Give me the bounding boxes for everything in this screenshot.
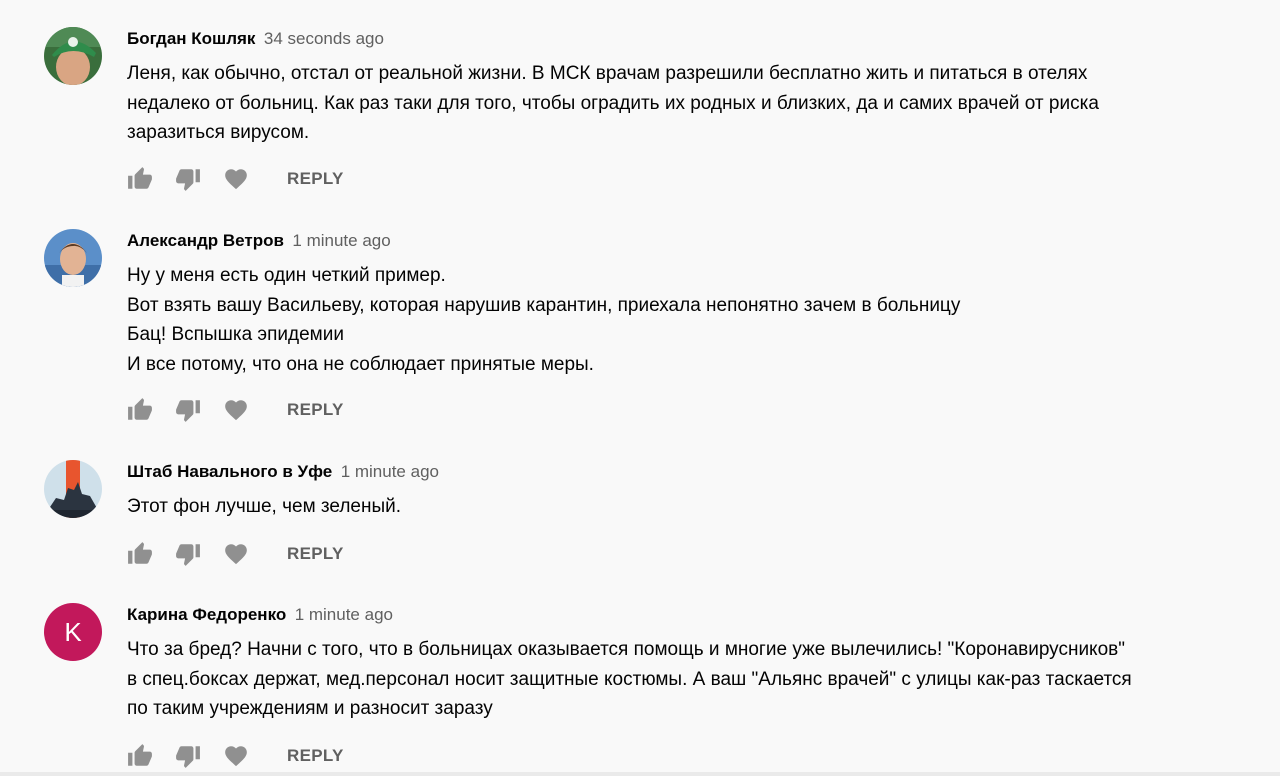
heart-icon[interactable] bbox=[223, 743, 249, 769]
thumb-down-icon[interactable] bbox=[175, 743, 201, 769]
timestamp[interactable]: 34 seconds ago bbox=[264, 29, 384, 48]
comment-line: недалеко от больниц. Как раз таки для то… bbox=[127, 92, 1099, 114]
author-name[interactable]: Штаб Навального в Уфе bbox=[127, 462, 332, 481]
avatar[interactable] bbox=[44, 460, 102, 518]
timestamp[interactable]: 1 minute ago bbox=[292, 231, 390, 250]
thumb-down-icon[interactable] bbox=[175, 397, 201, 423]
comment-line: по таким учреждениям и разносит заразу bbox=[127, 698, 493, 719]
timestamp[interactable]: 1 minute ago bbox=[341, 462, 439, 481]
comment-line: Леня, как обычно, отстал от реальной жиз… bbox=[127, 63, 1088, 84]
avatar[interactable] bbox=[44, 27, 102, 85]
comment-actions: REPLY bbox=[127, 166, 344, 192]
comments-section: Богдан Кошляк 34 seconds ago Леня, как о… bbox=[0, 0, 1280, 776]
comment-actions: REPLY bbox=[127, 541, 344, 567]
comment-line: в спец.боксах держат, мед.персонал носит… bbox=[127, 668, 1132, 690]
author-name[interactable]: Александр Ветров bbox=[127, 231, 284, 250]
comment-line: Ну у меня есть один четкий пример. bbox=[127, 265, 446, 286]
reply-button[interactable]: REPLY bbox=[287, 746, 344, 766]
comment-header: Богдан Кошляк 34 seconds ago bbox=[127, 27, 384, 51]
comment-actions: REPLY bbox=[127, 397, 344, 423]
divider bbox=[0, 772, 1280, 776]
heart-icon[interactable] bbox=[223, 397, 249, 423]
comment-header: Штаб Навального в Уфе 1 minute ago bbox=[127, 460, 439, 484]
comment-line: Бац! Вспышка эпидемии bbox=[127, 324, 344, 345]
reply-button[interactable]: REPLY bbox=[287, 400, 344, 420]
thumb-up-icon[interactable] bbox=[127, 541, 153, 567]
comment-header: Карина Федоренко 1 minute ago bbox=[127, 603, 393, 627]
timestamp[interactable]: 1 minute ago bbox=[295, 605, 393, 624]
comment-line: Этот фон лучше, чем зеленый. bbox=[127, 496, 402, 517]
author-name[interactable]: Богдан Кошляк bbox=[127, 29, 255, 48]
heart-icon[interactable] bbox=[223, 166, 249, 192]
reply-button[interactable]: REPLY bbox=[287, 544, 344, 564]
comment-line: И все потому, что она не соблюдает приня… bbox=[127, 353, 594, 375]
avatar[interactable] bbox=[44, 229, 102, 287]
avatar-letter: K bbox=[64, 617, 82, 647]
comment-line: Что за бред? Начни с того, что в больниц… bbox=[127, 639, 1125, 660]
thumb-down-icon[interactable] bbox=[175, 541, 201, 567]
author-name[interactable]: Карина Федоренко bbox=[127, 605, 286, 624]
comment-line: Вот взять вашу Васильеву, которая наруши… bbox=[127, 294, 961, 316]
comment-actions: REPLY bbox=[127, 743, 344, 769]
comment-text: Леня, как обычно, отстал от реальной жиз… bbox=[127, 59, 1247, 148]
thumb-down-icon[interactable] bbox=[175, 166, 201, 192]
comment-header: Александр Ветров 1 minute ago bbox=[127, 229, 391, 253]
avatar[interactable]: K bbox=[44, 603, 102, 661]
comment-text: Что за бред? Начни с того, что в больниц… bbox=[127, 635, 1247, 724]
comment-text: Этот фон лучше, чем зеленый. bbox=[127, 492, 1247, 522]
thumb-up-icon[interactable] bbox=[127, 166, 153, 192]
comment-line: заразиться вирусом. bbox=[127, 122, 310, 143]
heart-icon[interactable] bbox=[223, 541, 249, 567]
comment-text: Ну у меня есть один четкий пример. Вот в… bbox=[127, 261, 1247, 379]
thumb-up-icon[interactable] bbox=[127, 743, 153, 769]
reply-button[interactable]: REPLY bbox=[287, 169, 344, 189]
thumb-up-icon[interactable] bbox=[127, 397, 153, 423]
